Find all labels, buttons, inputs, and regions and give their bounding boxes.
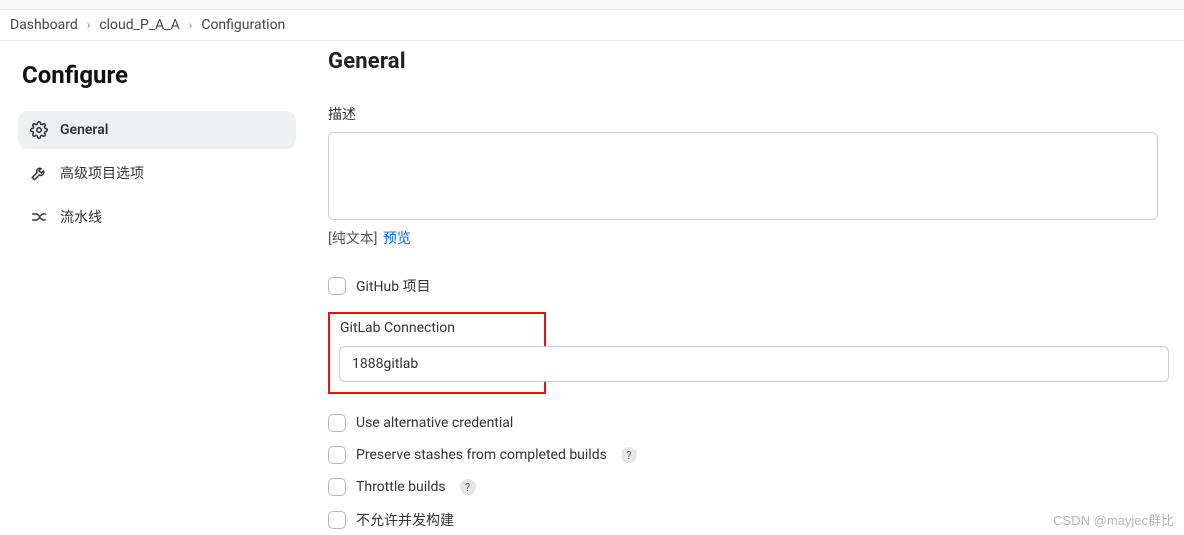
breadcrumb-item-configuration[interactable]: Configuration	[201, 17, 285, 33]
checkbox-icon[interactable]	[328, 446, 346, 464]
sidebar: Configure General 高级项目选项 流水线	[0, 41, 310, 530]
breadcrumb-item-dashboard[interactable]: Dashboard	[10, 17, 78, 33]
sidebar-item-label: 流水线	[60, 207, 102, 227]
gitlab-connection-highlight: GitLab Connection	[328, 312, 546, 394]
main-content: General 描述 [纯文本] 预览 GitHub 项目 GitLab Con…	[310, 41, 1184, 530]
chevron-right-icon: ›	[189, 18, 193, 32]
checkbox-label: GitHub 项目	[356, 276, 431, 296]
checkbox-label: Throttle builds	[356, 479, 446, 495]
use-alt-cred-row[interactable]: Use alternative credential	[328, 414, 1184, 432]
breadcrumb: Dashboard › cloud_P_A_A › Configuration	[0, 10, 1184, 41]
sidebar-nav: General 高级项目选项 流水线	[18, 111, 296, 237]
sidebar-item-advanced[interactable]: 高级项目选项	[18, 153, 296, 193]
sidebar-item-label: General	[60, 122, 108, 138]
help-icon[interactable]: ?	[621, 447, 637, 463]
no-concurrent-row[interactable]: 不允许并发构建	[328, 510, 1184, 530]
sidebar-item-label: 高级项目选项	[60, 163, 144, 183]
gitlab-connection-select-wrap	[339, 346, 1169, 382]
description-hint: [纯文本] 预览	[328, 228, 1184, 248]
github-project-row[interactable]: GitHub 项目	[328, 276, 1184, 296]
checkbox-label: Use alternative credential	[356, 415, 513, 431]
sidebar-item-pipeline[interactable]: 流水线	[18, 197, 296, 237]
pipeline-icon	[30, 208, 48, 226]
preview-link[interactable]: 预览	[383, 231, 411, 247]
checkbox-icon[interactable]	[328, 511, 346, 529]
preserve-stashes-row[interactable]: Preserve stashes from completed builds ?	[328, 446, 1184, 464]
topbar	[0, 0, 1184, 10]
chevron-right-icon: ›	[87, 18, 91, 32]
checkbox-label: Preserve stashes from completed builds	[356, 447, 607, 463]
gear-icon	[30, 121, 48, 139]
hint-plain-text: [纯文本]	[328, 231, 377, 247]
gitlab-connection-label: GitLab Connection	[340, 320, 534, 336]
gitlab-connection-select[interactable]	[339, 346, 1169, 382]
section-title: General	[328, 49, 1184, 74]
checkbox-icon[interactable]	[328, 414, 346, 432]
breadcrumb-item-project[interactable]: cloud_P_A_A	[99, 17, 179, 33]
checkbox-icon[interactable]	[328, 277, 346, 295]
throttle-builds-row[interactable]: Throttle builds ?	[328, 478, 1184, 496]
wrench-icon	[30, 164, 48, 182]
checkbox-label: 不允许并发构建	[356, 510, 454, 530]
page-title: Configure	[18, 61, 296, 89]
help-icon[interactable]: ?	[460, 479, 476, 495]
description-label: 描述	[328, 104, 1184, 124]
checkbox-icon[interactable]	[328, 478, 346, 496]
sidebar-item-general[interactable]: General	[18, 111, 296, 149]
description-textarea[interactable]	[328, 132, 1158, 220]
